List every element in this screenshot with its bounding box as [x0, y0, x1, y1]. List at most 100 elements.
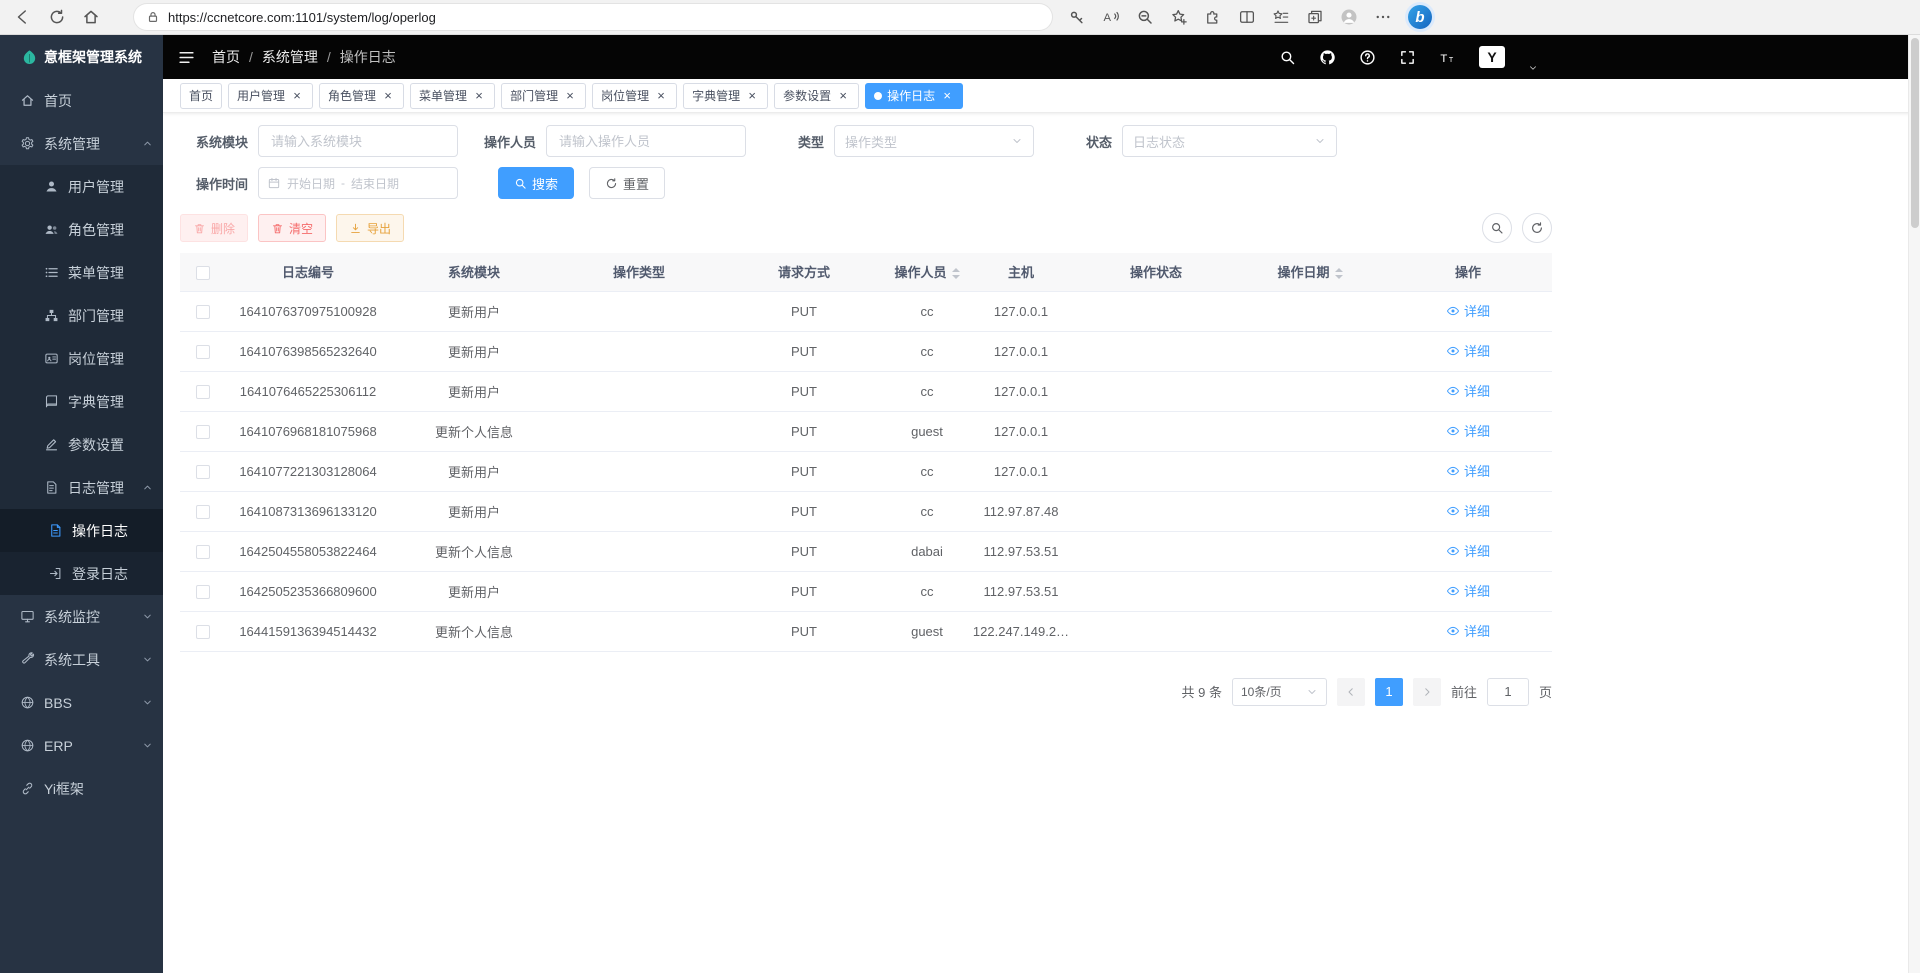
extensions-icon[interactable] — [1204, 8, 1222, 26]
sidebar-item-monitor[interactable]: 系统监控 — [0, 595, 163, 638]
browser-refresh-icon[interactable] — [48, 8, 66, 26]
column-label[interactable]: 操作日期 — [1277, 265, 1329, 280]
sort-caret-icon[interactable] — [1335, 268, 1343, 279]
type-select[interactable]: 操作类型 — [834, 125, 1034, 157]
header-search-icon[interactable] — [1279, 49, 1296, 66]
close-icon[interactable]: × — [836, 89, 850, 103]
detail-link[interactable]: 详细 — [1446, 301, 1490, 320]
password-icon[interactable] — [1068, 8, 1086, 26]
add-favorite-icon[interactable] — [1170, 8, 1188, 26]
user-logo-badge[interactable]: Y — [1479, 46, 1505, 68]
detail-link[interactable]: 详细 — [1446, 581, 1490, 600]
column-label[interactable]: 操作人员 — [894, 265, 946, 280]
sidebar-item-menu[interactable]: 菜单管理 — [0, 251, 163, 294]
detail-link[interactable]: 详细 — [1446, 381, 1490, 400]
hamburger-icon[interactable] — [177, 48, 196, 67]
browser-back-icon[interactable] — [14, 8, 32, 26]
tab-home[interactable]: 首页 — [180, 83, 222, 109]
reset-button[interactable]: 重置 — [589, 167, 665, 199]
sidebar-item-operlog[interactable]: 操作日志 — [0, 509, 163, 552]
close-icon[interactable]: × — [381, 89, 395, 103]
row-checkbox[interactable] — [196, 465, 210, 479]
tab-menu[interactable]: 菜单管理× — [410, 83, 495, 109]
search-button[interactable]: 搜索 — [498, 167, 574, 199]
profile-avatar[interactable] — [1340, 8, 1358, 26]
row-checkbox[interactable] — [196, 345, 210, 359]
next-page-button[interactable] — [1413, 678, 1441, 706]
close-icon[interactable]: × — [940, 89, 954, 103]
split-screen-icon[interactable] — [1238, 8, 1256, 26]
browser-home-icon[interactable] — [82, 8, 100, 26]
sidebar-item-param[interactable]: 参数设置 — [0, 423, 163, 466]
sidebar-item-yi[interactable]: Yi框架 — [0, 767, 163, 810]
tab-param[interactable]: 参数设置× — [774, 83, 859, 109]
close-icon[interactable]: × — [290, 89, 304, 103]
tab-user[interactable]: 用户管理× — [228, 83, 313, 109]
module-input[interactable] — [258, 125, 458, 157]
clear-button[interactable]: 清空 — [258, 214, 326, 242]
tab-dict[interactable]: 字典管理× — [683, 83, 768, 109]
tab-role[interactable]: 角色管理× — [319, 83, 404, 109]
browser-menu-icon[interactable] — [1374, 8, 1392, 26]
favorites-bar-icon[interactable] — [1272, 8, 1290, 26]
scrollbar-thumb[interactable] — [1911, 38, 1919, 228]
row-checkbox[interactable] — [196, 545, 210, 559]
refresh-table-button[interactable] — [1522, 213, 1552, 243]
fullscreen-icon[interactable] — [1399, 49, 1416, 66]
goto-page-input[interactable] — [1487, 678, 1529, 706]
github-icon[interactable] — [1319, 49, 1336, 66]
sidebar-item-loginlog[interactable]: 登录日志 — [0, 552, 163, 595]
sidebar-item-user[interactable]: 用户管理 — [0, 165, 163, 208]
prev-page-button[interactable] — [1337, 678, 1365, 706]
detail-link[interactable]: 详细 — [1446, 621, 1490, 640]
address-bar[interactable]: https://ccnetcore.com:1101/system/log/op… — [134, 4, 1052, 30]
sidebar-item-bbs[interactable]: BBS — [0, 681, 163, 724]
page-scrollbar[interactable] — [1908, 35, 1920, 973]
sort-caret-icon[interactable] — [952, 268, 960, 279]
close-icon[interactable]: × — [745, 89, 759, 103]
tab-operlog[interactable]: 操作日志× — [865, 83, 963, 109]
delete-button[interactable]: 删除 — [180, 214, 248, 242]
row-checkbox[interactable] — [196, 385, 210, 399]
page-number-1[interactable]: 1 — [1375, 678, 1403, 706]
row-checkbox[interactable] — [196, 425, 210, 439]
sidebar-item-dict[interactable]: 字典管理 — [0, 380, 163, 423]
detail-link[interactable]: 详细 — [1446, 501, 1490, 520]
tab-dept[interactable]: 部门管理× — [501, 83, 586, 109]
help-icon[interactable] — [1359, 49, 1376, 66]
sidebar-item-home[interactable]: 首页 — [0, 79, 163, 122]
sidebar-item-post[interactable]: 岗位管理 — [0, 337, 163, 380]
sidebar-item-logmgmt[interactable]: 日志管理 — [0, 466, 163, 509]
collections-icon[interactable] — [1306, 8, 1324, 26]
detail-link[interactable]: 详细 — [1446, 461, 1490, 480]
close-icon[interactable]: × — [472, 89, 486, 103]
app-logo[interactable]: 意框架管理系统 — [0, 35, 163, 79]
breadcrumb-item-system[interactable]: 系统管理 — [262, 47, 318, 67]
operator-input[interactable] — [546, 125, 746, 157]
sidebar-item-erp[interactable]: ERP — [0, 724, 163, 767]
detail-link[interactable]: 详细 — [1446, 341, 1490, 360]
bing-icon[interactable]: b — [1408, 5, 1432, 29]
sidebar-item-tools[interactable]: 系统工具 — [0, 638, 163, 681]
tab-post[interactable]: 岗位管理× — [592, 83, 677, 109]
row-checkbox[interactable] — [196, 505, 210, 519]
row-checkbox[interactable] — [196, 585, 210, 599]
page-size-select[interactable]: 10条/页 — [1232, 678, 1327, 706]
detail-link[interactable]: 详细 — [1446, 541, 1490, 560]
detail-link[interactable]: 详细 — [1446, 421, 1490, 440]
row-checkbox[interactable] — [196, 625, 210, 639]
toggle-search-button[interactable] — [1482, 213, 1512, 243]
breadcrumb-item-home[interactable]: 首页 — [212, 47, 240, 67]
sidebar-item-role[interactable]: 角色管理 — [0, 208, 163, 251]
read-aloud-icon[interactable]: A — [1102, 8, 1120, 26]
close-icon[interactable]: × — [654, 89, 668, 103]
export-button[interactable]: 导出 — [336, 214, 404, 242]
row-checkbox[interactable] — [196, 305, 210, 319]
sidebar-item-system[interactable]: 系统管理 — [0, 122, 163, 165]
select-all-checkbox[interactable] — [196, 266, 210, 280]
date-range-picker[interactable]: 开始日期 - 结束日期 — [258, 167, 458, 199]
font-size-icon[interactable]: TT — [1439, 49, 1456, 66]
status-select[interactable]: 日志状态 — [1122, 125, 1337, 157]
user-menu-caret-icon[interactable] — [1528, 63, 1538, 73]
zoom-out-icon[interactable] — [1136, 8, 1154, 26]
